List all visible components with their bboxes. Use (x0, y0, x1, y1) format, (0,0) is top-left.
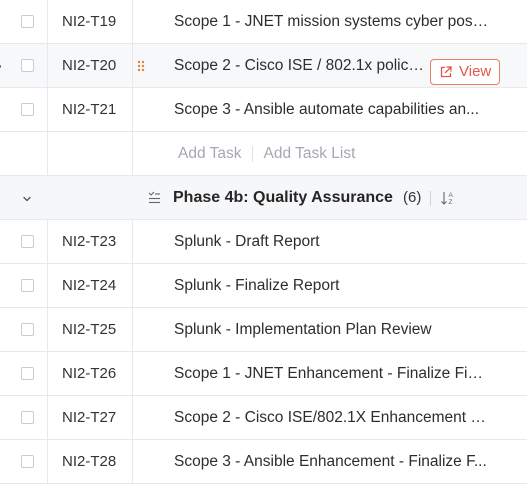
row-checkbox[interactable] (21, 454, 34, 468)
row-checkbox[interactable] (21, 366, 34, 380)
view-button[interactable]: View (430, 59, 500, 85)
row-select-cell (0, 88, 48, 131)
open-external-icon (440, 66, 452, 78)
phase-title: Phase 4b: Quality Assurance (173, 189, 393, 206)
task-id: NI2-T26 (48, 352, 133, 395)
table-row[interactable]: NI2-T27 Scope 2 - Cisco ISE/802.1X Enhan… (0, 396, 527, 440)
phase-task-count: (6) (403, 189, 422, 206)
task-title[interactable]: Scope 1 - JNET Enhancement - Finalize Fi… (133, 352, 527, 395)
task-id: NI2-T24 (48, 264, 133, 307)
task-id-cell (48, 132, 133, 175)
row-select-cell (0, 132, 48, 175)
add-task-link[interactable]: Add Task (178, 145, 241, 162)
table-row[interactable]: NI2-T28 Scope 3 - Ansible Enhancement - … (0, 440, 527, 484)
row-select-cell (0, 352, 48, 395)
add-task-row: Add Task Add Task List (0, 132, 527, 176)
row-checkbox[interactable] (21, 322, 34, 336)
divider (430, 191, 431, 206)
table-row[interactable]: NI2-T19 Scope 1 - JNET mission systems c… (0, 0, 527, 44)
task-title[interactable]: Splunk - Implementation Plan Review (133, 308, 527, 351)
row-select-cell (0, 264, 48, 307)
add-task-list-link[interactable]: Add Task List (263, 145, 355, 162)
row-checkbox[interactable] (21, 58, 34, 72)
row-select-cell (0, 396, 48, 439)
row-checkbox[interactable] (21, 234, 34, 248)
row-select-cell (0, 220, 48, 263)
task-id: NI2-T20 (48, 44, 133, 87)
chevron-down-icon[interactable] (21, 192, 33, 204)
add-actions: Add Task Add Task List (178, 132, 355, 176)
task-id: NI2-T27 (48, 396, 133, 439)
row-checkbox[interactable] (21, 278, 34, 292)
task-id: NI2-T21 (48, 88, 133, 131)
view-button-label: View (459, 63, 492, 80)
phase-header[interactable]: Phase 4b: Quality Assurance (6) AZ (0, 176, 527, 220)
task-title[interactable]: Splunk - Draft Report (133, 220, 527, 263)
table-row[interactable]: NI2-T23 Splunk - Draft Report (0, 220, 527, 264)
task-list-icon (147, 190, 162, 205)
task-title[interactable]: Splunk - Finalize Report (133, 264, 527, 307)
sort-az-icon[interactable]: AZ (440, 190, 456, 206)
task-title[interactable]: Scope 3 - Ansible automate capabilities … (133, 88, 527, 131)
table-row[interactable]: NI2-T25 Splunk - Implementation Plan Rev… (0, 308, 527, 352)
task-title[interactable]: Scope 1 - JNET mission systems cyber pos… (133, 0, 527, 43)
task-title[interactable]: Scope 2 - Cisco ISE/802.1X Enhancement -… (133, 396, 527, 439)
row-select-cell (0, 44, 48, 87)
task-id: NI2-T19 (48, 0, 133, 43)
task-title[interactable]: Scope 3 - Ansible Enhancement - Finalize… (133, 440, 527, 483)
row-checkbox[interactable] (21, 14, 34, 28)
row-select-cell (0, 308, 48, 351)
row-select-cell (0, 0, 48, 43)
svg-text:Z: Z (449, 199, 453, 206)
row-checkbox[interactable] (21, 410, 34, 424)
table-row[interactable]: NI2-T21 Scope 3 - Ansible automate capab… (0, 88, 527, 132)
divider (252, 145, 254, 162)
svg-text:A: A (449, 192, 454, 199)
table-row[interactable]: NI2-T26 Scope 1 - JNET Enhancement - Fin… (0, 352, 527, 396)
table-row[interactable]: NI2-T24 Splunk - Finalize Report (0, 264, 527, 308)
row-checkbox[interactable] (21, 102, 34, 116)
task-id: NI2-T23 (48, 220, 133, 263)
task-id: NI2-T25 (48, 308, 133, 351)
task-id: NI2-T28 (48, 440, 133, 483)
row-select-cell (0, 440, 48, 483)
